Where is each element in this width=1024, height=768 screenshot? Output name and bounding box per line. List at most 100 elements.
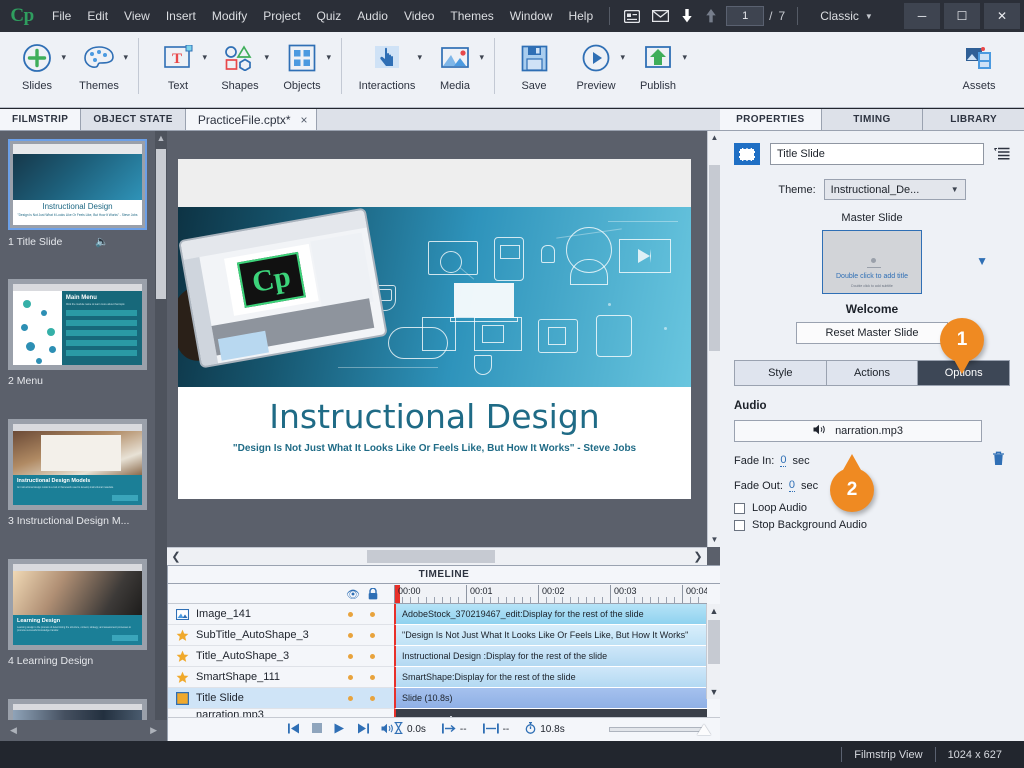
segment-style[interactable]: Style bbox=[734, 360, 827, 386]
toolbar-preview-button[interactable]: ▾ Preview bbox=[565, 32, 627, 92]
scrollbar-thumb[interactable] bbox=[708, 620, 720, 664]
menu-themes[interactable]: Themes bbox=[442, 4, 501, 28]
fade-out-value[interactable]: 0 bbox=[788, 479, 796, 492]
tab-library[interactable]: LIBRARY bbox=[923, 109, 1024, 130]
toolbar-text-button[interactable]: T ▾ Text bbox=[147, 32, 209, 92]
toolbar-slides-button[interactable]: ▾ Slides bbox=[6, 32, 68, 92]
lock-toggle-dot[interactable] bbox=[370, 695, 375, 701]
visibility-toggle-dot[interactable] bbox=[348, 695, 353, 701]
lock-toggle-dot[interactable] bbox=[370, 611, 375, 617]
slide-stage[interactable]: Cp Instructional Design "Design Is Not J… bbox=[178, 159, 691, 499]
filmstrip-slide-3[interactable]: Instructional Design Models An instructi… bbox=[8, 419, 147, 527]
download-arrow-icon[interactable] bbox=[675, 9, 699, 23]
timeline-zoom-handle[interactable] bbox=[697, 724, 711, 735]
menu-quiz[interactable]: Quiz bbox=[309, 4, 350, 28]
close-icon[interactable]: × bbox=[301, 113, 308, 127]
master-slide-thumbnail[interactable]: Double click to add title Double click t… bbox=[822, 230, 922, 294]
filmstrip-slide-4[interactable]: Learning Design Learning design is the p… bbox=[8, 559, 147, 667]
scroll-right-icon[interactable]: ❯ bbox=[689, 548, 707, 566]
timeline-bar-slide[interactable]: Slide (10.8s) bbox=[394, 688, 707, 709]
filmstrip-prev-icon[interactable]: ◀ bbox=[10, 725, 17, 736]
timeline-row[interactable]: SubTitle_AutoShape_3 bbox=[168, 625, 394, 646]
toolbar-interactions-button[interactable]: ▾ Interactions bbox=[350, 32, 424, 92]
play-icon[interactable] bbox=[334, 723, 345, 737]
loop-audio-row[interactable]: Loop Audio bbox=[734, 502, 1024, 514]
visibility-toggle-dot[interactable] bbox=[348, 674, 353, 680]
filmstrip-slide-2[interactable]: Main Menu Click the module name to learn… bbox=[8, 279, 147, 387]
timeline-bar[interactable]: "Design Is Not Just What It Looks Like O… bbox=[394, 625, 707, 646]
fade-in-value[interactable]: 0 bbox=[780, 454, 787, 467]
lock-icon[interactable] bbox=[368, 587, 378, 603]
scrollbar-thumb[interactable] bbox=[709, 165, 720, 351]
chevron-down-icon[interactable]: ▾ bbox=[479, 52, 484, 63]
timeline-bar[interactable]: Instructional Design :Display for the re… bbox=[394, 646, 707, 667]
theme-dropdown[interactable]: Instructional_De... ▼ bbox=[823, 179, 966, 200]
timeline-zoom-slider[interactable] bbox=[609, 727, 705, 732]
canvas-vertical-scrollbar[interactable]: ▲ ▼ bbox=[707, 131, 720, 547]
close-button[interactable]: ✕ bbox=[984, 3, 1020, 29]
timeline-vertical-scrollbar[interactable]: ▲ ▼ bbox=[706, 604, 720, 699]
slide-subtitle-text[interactable]: "Design Is Not Just What It Looks Like O… bbox=[178, 443, 691, 454]
stop-icon[interactable] bbox=[312, 723, 322, 736]
timeline-row-selected[interactable]: Title Slide bbox=[168, 688, 394, 709]
tab-filmstrip[interactable]: FILMSTRIP bbox=[0, 109, 82, 130]
slide-number-input[interactable]: 1 bbox=[726, 6, 765, 26]
slide-name-input[interactable]: Title Slide bbox=[770, 143, 984, 165]
timeline-row[interactable]: Image_141 bbox=[168, 604, 394, 625]
notes-icon[interactable] bbox=[618, 9, 646, 23]
visibility-toggle-dot[interactable] bbox=[348, 611, 353, 617]
menu-audio[interactable]: Audio bbox=[349, 4, 396, 28]
menu-insert[interactable]: Insert bbox=[158, 4, 204, 28]
toolbar-assets-button[interactable]: Assets bbox=[948, 32, 1010, 92]
workspace-preset-selector[interactable]: Classic ▼ bbox=[820, 9, 873, 23]
lock-toggle-dot[interactable] bbox=[370, 674, 375, 680]
visibility-toggle-dot[interactable] bbox=[348, 653, 353, 659]
tab-document[interactable]: PracticeFile.cptx* × bbox=[185, 109, 317, 130]
chevron-down-icon[interactable]: ▾ bbox=[682, 52, 687, 63]
timeline-ruler[interactable]: 00:00 00:01 00:02 00:03 00:04 bbox=[394, 585, 707, 604]
slide-type-icon[interactable] bbox=[734, 143, 760, 165]
menu-file[interactable]: File bbox=[44, 4, 79, 28]
menu-video[interactable]: Video bbox=[396, 4, 442, 28]
toolbar-publish-button[interactable]: ▾ Publish bbox=[627, 32, 689, 92]
slide-thumbnail[interactable]: Instructional Design Models An instructi… bbox=[8, 419, 147, 510]
chevron-down-icon[interactable]: ▾ bbox=[326, 52, 331, 63]
minimize-button[interactable]: ─ bbox=[904, 3, 940, 29]
slide-thumbnail[interactable]: Learning Design Learning design is the p… bbox=[8, 559, 147, 650]
slide-thumbnail[interactable]: Main Menu Click the module name to learn… bbox=[8, 279, 147, 370]
timeline-bar[interactable]: AdobeStock_370219467_edit:Display for th… bbox=[394, 604, 707, 625]
slide-thumbnail[interactable]: Instructional Design "Design Is Not Just… bbox=[8, 139, 147, 230]
chevron-down-icon[interactable]: ▾ bbox=[202, 52, 207, 63]
menu-window[interactable]: Window bbox=[502, 4, 561, 28]
menu-view[interactable]: View bbox=[116, 4, 158, 28]
toolbar-objects-button[interactable]: ▾ Objects bbox=[271, 32, 333, 92]
eye-icon[interactable]: 👁 bbox=[346, 588, 360, 601]
toolbar-media-button[interactable]: ▾ Media bbox=[424, 32, 486, 92]
stop-background-audio-checkbox[interactable] bbox=[734, 519, 745, 531]
volume-icon[interactable] bbox=[381, 723, 394, 737]
skip-back-icon[interactable] bbox=[288, 723, 300, 737]
master-slide-dropdown-icon[interactable]: ▼ bbox=[976, 254, 988, 268]
scrollbar-thumb[interactable] bbox=[156, 149, 166, 299]
canvas-horizontal-scrollbar[interactable]: ❮ ❯ bbox=[167, 547, 707, 565]
timeline-bar[interactable]: SmartShape:Display for the rest of the s… bbox=[394, 667, 707, 688]
toolbar-save-button[interactable]: Save bbox=[503, 32, 565, 92]
timeline-row[interactable]: Title_AutoShape_3 bbox=[168, 646, 394, 667]
slide-title-text[interactable]: Instructional Design bbox=[178, 397, 691, 436]
filmstrip-next-icon[interactable]: ▶ bbox=[150, 725, 157, 736]
tab-timing[interactable]: TIMING bbox=[821, 109, 924, 130]
tab-properties[interactable]: PROPERTIES bbox=[720, 109, 822, 130]
menu-project[interactable]: Project bbox=[255, 4, 308, 28]
segment-actions[interactable]: Actions bbox=[826, 360, 919, 386]
chevron-down-icon[interactable]: ▾ bbox=[264, 52, 269, 63]
visibility-toggle-dot[interactable] bbox=[348, 632, 353, 638]
toolbar-shapes-button[interactable]: ▾ Shapes bbox=[209, 32, 271, 92]
lock-toggle-dot[interactable] bbox=[370, 653, 375, 659]
scroll-down-icon[interactable]: ▼ bbox=[707, 685, 721, 699]
trash-icon[interactable] bbox=[992, 451, 1005, 469]
timeline-row[interactable]: SmartShape_111 bbox=[168, 667, 394, 688]
reset-master-slide-button[interactable]: Reset Master Slide bbox=[796, 322, 948, 344]
scrollbar-thumb[interactable] bbox=[367, 550, 495, 563]
stage-hero-image[interactable]: Cp bbox=[178, 207, 691, 387]
mail-icon[interactable] bbox=[646, 10, 675, 22]
